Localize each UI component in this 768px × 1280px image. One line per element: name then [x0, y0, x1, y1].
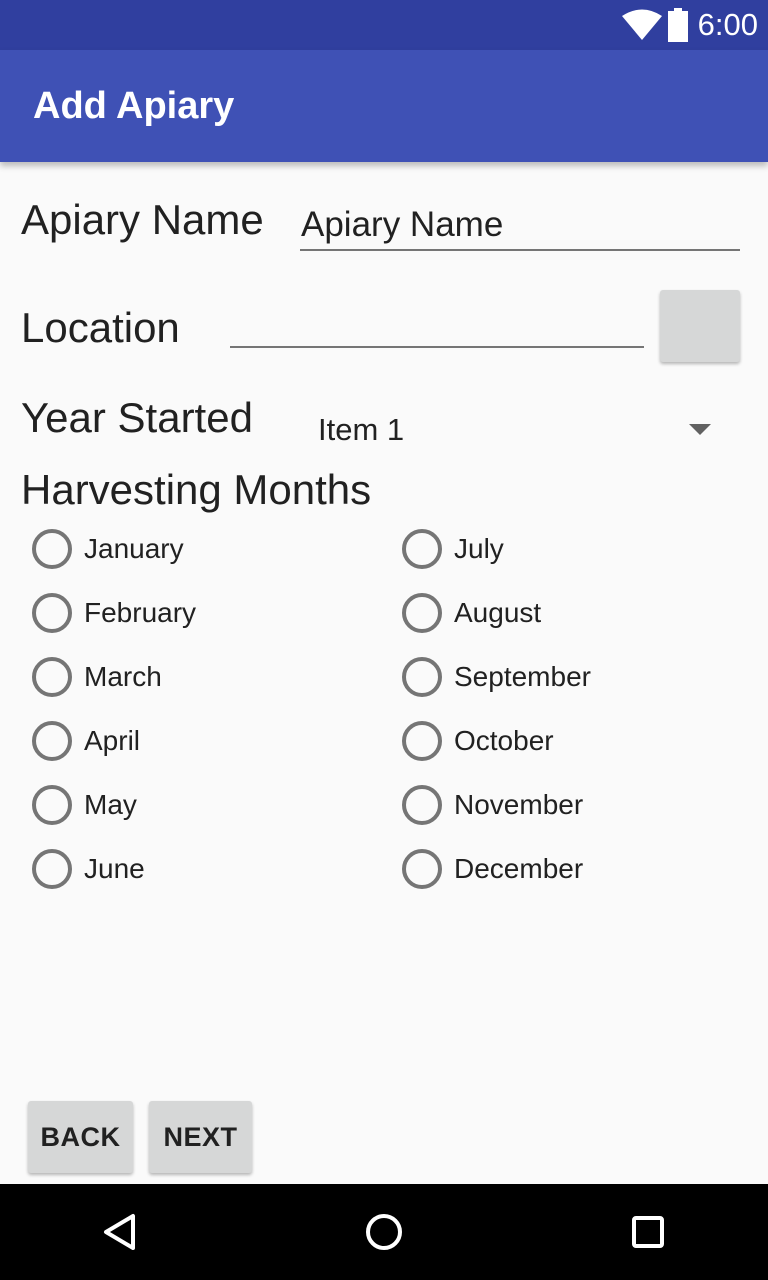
radio-march[interactable]: March	[32, 652, 162, 702]
battery-icon	[667, 8, 688, 42]
radio-february[interactable]: February	[32, 588, 196, 638]
radio-august[interactable]: August	[402, 588, 541, 638]
radio-september[interactable]: September	[402, 652, 591, 702]
radio-circle-icon[interactable]	[402, 849, 442, 889]
home-icon[interactable]	[364, 1212, 404, 1252]
radio-april[interactable]: April	[32, 716, 140, 766]
location-label: Location	[21, 304, 180, 351]
radio-december[interactable]: December	[402, 844, 583, 894]
radio-june[interactable]: June	[32, 844, 145, 894]
apiary-name-input[interactable]: Apiary Name	[300, 197, 740, 251]
radio-label: March	[84, 661, 162, 692]
radio-label: October	[454, 725, 554, 756]
radio-label: August	[454, 597, 542, 628]
navigation-bar	[0, 1184, 768, 1280]
apiary-name-label: Apiary Name	[21, 196, 264, 243]
screen: 6:00 Add Apiary Apiary Name Apiary Name …	[0, 0, 768, 1280]
year-started-value: Item 1	[318, 412, 405, 447]
radio-january[interactable]: January	[32, 524, 184, 574]
radio-circle-icon[interactable]	[402, 785, 442, 825]
radio-october[interactable]: October	[402, 716, 554, 766]
radio-circle-icon[interactable]	[402, 593, 442, 633]
radio-label: June	[84, 853, 145, 884]
status-bar: 6:00	[0, 0, 768, 50]
back-button[interactable]: BACK	[28, 1101, 133, 1173]
location-input[interactable]	[230, 300, 644, 348]
recents-icon[interactable]	[628, 1212, 668, 1252]
harvesting-months-label: Harvesting Months	[21, 466, 372, 513]
radio-label: September	[454, 661, 591, 692]
location-button[interactable]	[660, 290, 740, 362]
radio-circle-icon[interactable]	[402, 721, 442, 761]
radio-july[interactable]: July	[402, 524, 504, 574]
radio-label: May	[84, 789, 137, 820]
radio-label: February	[84, 597, 197, 628]
radio-may[interactable]: May	[32, 780, 137, 830]
radio-circle-icon[interactable]	[32, 849, 72, 889]
radio-label: July	[454, 533, 504, 564]
app-bar: Add Apiary	[0, 50, 768, 162]
status-icons: 6:00	[621, 0, 758, 50]
radio-circle-icon[interactable]	[32, 657, 72, 697]
apiary-name-input-text: Apiary Name	[301, 205, 504, 244]
wifi-icon	[621, 9, 662, 40]
radio-label: January	[84, 533, 184, 564]
radio-circle-icon[interactable]	[32, 721, 72, 761]
app-title: Add Apiary	[33, 85, 235, 127]
radio-circle-icon[interactable]	[402, 529, 442, 569]
radio-circle-icon[interactable]	[402, 657, 442, 697]
radio-circle-icon[interactable]	[32, 593, 72, 633]
dropdown-arrow-icon	[689, 424, 711, 435]
radio-label: April	[84, 725, 141, 756]
status-time: 6:00	[697, 7, 758, 42]
radio-circle-icon[interactable]	[32, 785, 72, 825]
year-started-label: Year Started	[21, 394, 253, 441]
radio-november[interactable]: November	[402, 780, 583, 830]
radio-circle-icon[interactable]	[32, 529, 72, 569]
radio-label: December	[454, 853, 584, 884]
back-icon[interactable]	[100, 1212, 140, 1252]
year-started-spinner[interactable]: Item 1	[300, 400, 740, 460]
next-button[interactable]: NEXT	[149, 1101, 252, 1173]
radio-label: November	[454, 789, 584, 820]
